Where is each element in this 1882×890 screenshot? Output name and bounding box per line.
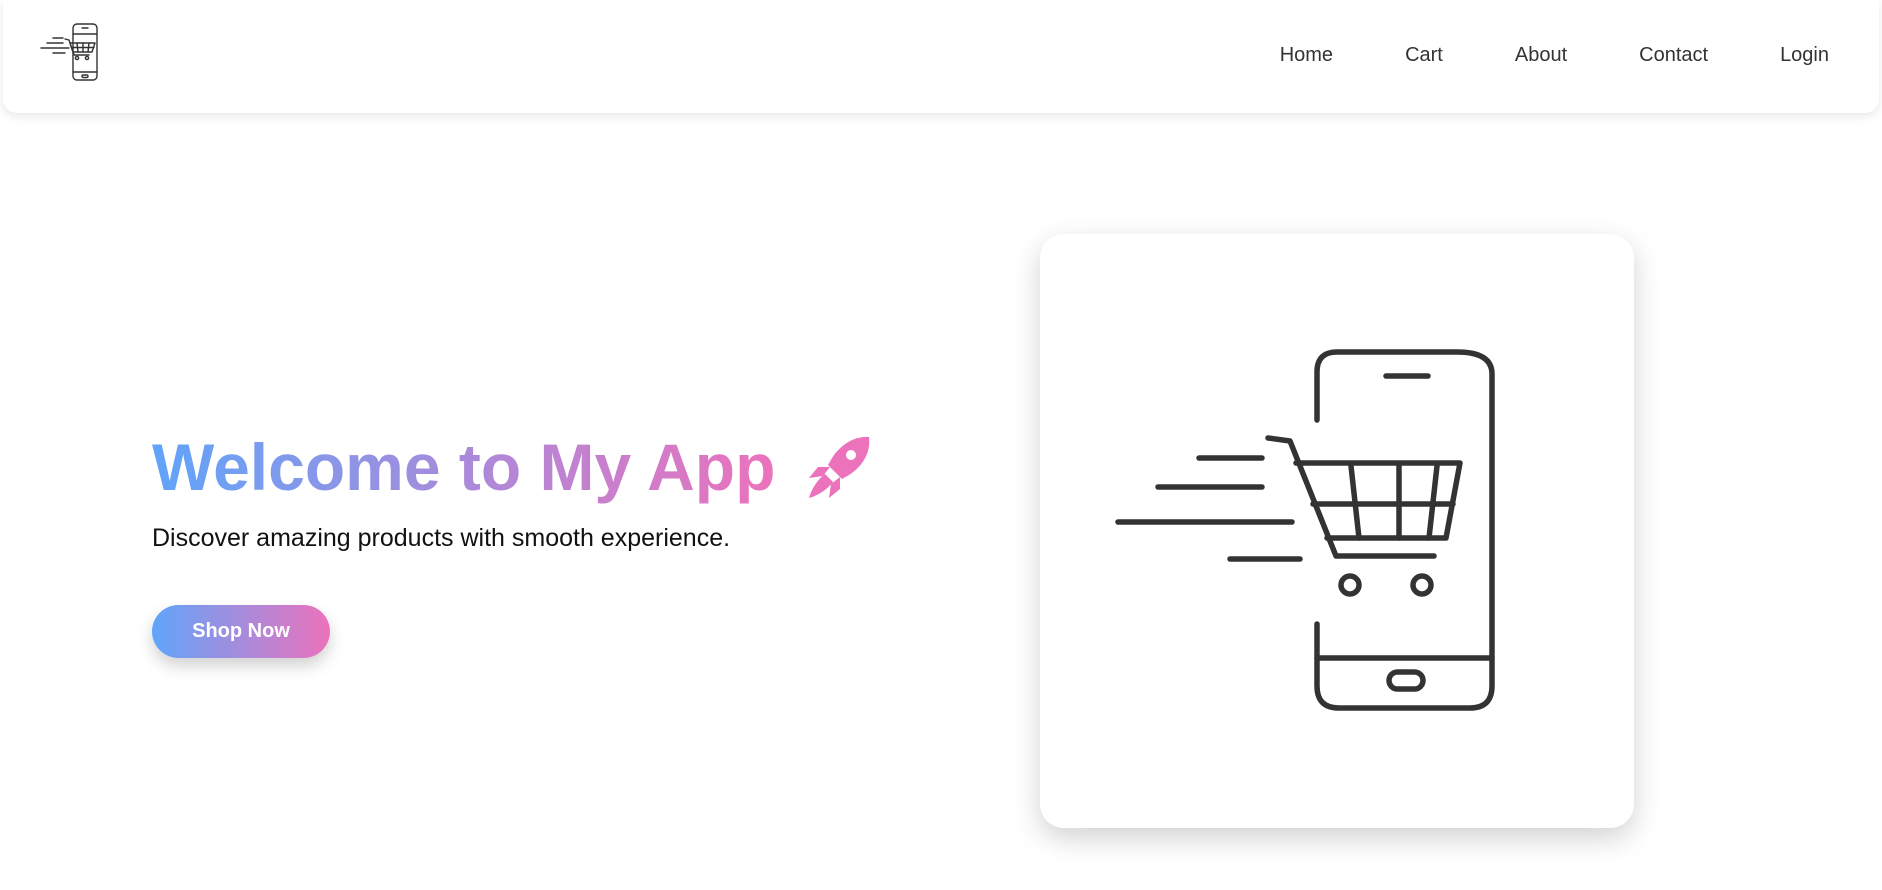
nav-link-about[interactable]: About — [1515, 44, 1567, 67]
rocket-icon — [803, 434, 873, 504]
mobile-shopping-cart-icon — [1040, 234, 1634, 828]
hero-text: Welcome to My App Discover amazing produ… — [152, 420, 912, 553]
hero-subtitle: Discover amazing products with smooth ex… — [152, 524, 731, 552]
logo-mobile-cart-icon[interactable] — [39, 22, 107, 82]
hero-title-row: Welcome to My App — [152, 420, 912, 514]
nav-links: Home Cart About Contact Login — [1208, 0, 1829, 110]
navbar: Home Cart About Contact Login — [3, 0, 1879, 113]
hero-illustration-card — [1040, 234, 1634, 828]
nav-link-home[interactable]: Home — [1280, 44, 1333, 67]
shop-now-button[interactable]: Shop Now — [152, 605, 330, 658]
hero-title: Welcome to My App — [152, 420, 775, 514]
nav-link-cart[interactable]: Cart — [1405, 44, 1443, 67]
nav-link-login[interactable]: Login — [1780, 44, 1829, 67]
nav-link-contact[interactable]: Contact — [1639, 44, 1708, 67]
